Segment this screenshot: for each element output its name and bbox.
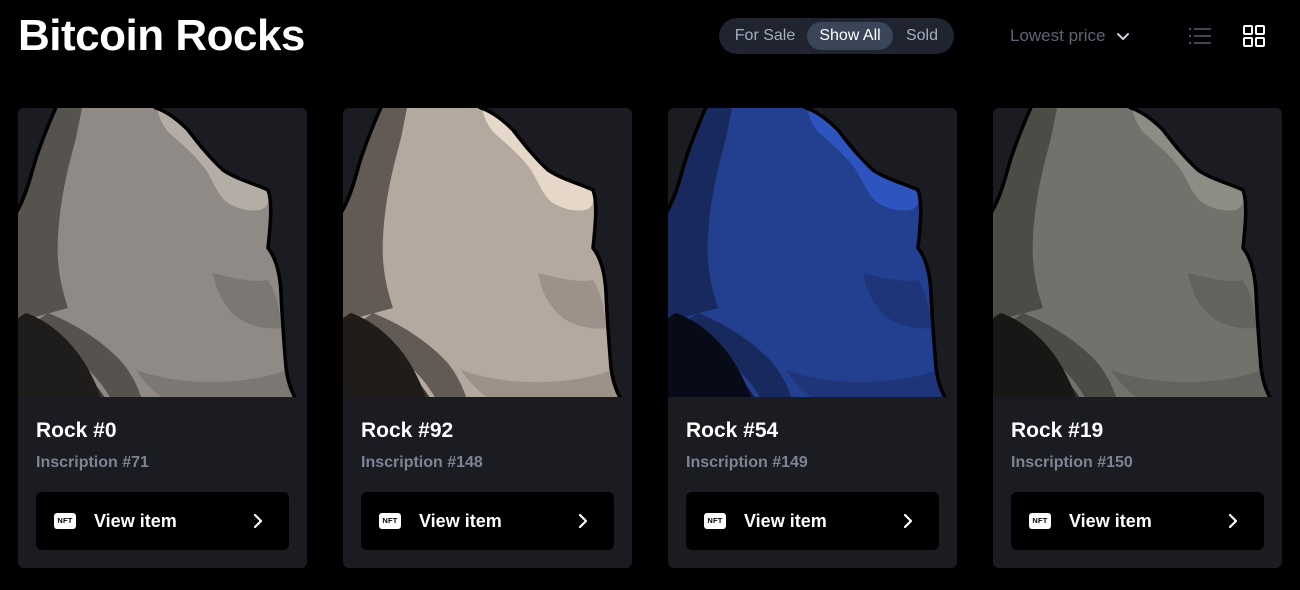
inscription-number: Inscription #149 [686,454,808,471]
page-title: Bitcoin Rocks [18,11,305,60]
rock-image [993,108,1282,397]
inscription-number: Inscription #71 [36,454,149,471]
chevron-right-icon [253,513,263,529]
nft-icon: NFT [379,513,401,529]
sort-dropdown[interactable]: Lowest price [1010,22,1131,50]
page-header: Bitcoin Rocks For Sale Show All Sold Low… [0,0,1300,80]
rock-name: Rock #0 [36,419,117,442]
chevron-right-icon [578,513,588,529]
sort-label: Lowest price [1010,26,1106,45]
rock-name: Rock #54 [686,419,779,442]
filter-show-all[interactable]: Show All [807,22,893,50]
rock-illustration [343,108,623,397]
grid-view-icon[interactable] [1242,24,1266,48]
rock-card[interactable]: Rock #92 Inscription #148 NFT View item [343,108,632,568]
rock-name: Rock #92 [361,419,454,442]
list-view-icon[interactable] [1188,24,1212,48]
view-item-label: View item [419,511,502,531]
nft-icon: NFT [1029,513,1051,529]
view-item-button[interactable]: NFT View item [1011,492,1264,550]
view-item-button[interactable]: NFT View item [36,492,289,550]
rock-illustration [993,108,1273,397]
nft-icon: NFT [54,513,76,529]
filter-sold[interactable]: Sold [897,22,947,50]
rock-image [343,108,632,397]
chevron-right-icon [1228,513,1238,529]
rock-illustration [668,108,948,397]
view-item-button[interactable]: NFT View item [686,492,939,550]
nft-icon: NFT [704,513,726,529]
rock-image [668,108,957,397]
view-item-label: View item [94,511,177,531]
sale-filter-group: For Sale Show All Sold [719,18,954,54]
inscription-number: Inscription #148 [361,454,483,471]
view-item-label: View item [744,511,827,531]
rock-card[interactable]: Rock #19 Inscription #150 NFT View item [993,108,1282,568]
filter-for-sale[interactable]: For Sale [727,22,803,50]
rock-image [18,108,307,397]
rock-card[interactable]: Rock #0 Inscription #71 NFT View item [18,108,307,568]
rock-name: Rock #19 [1011,419,1104,442]
chevron-right-icon [903,513,913,529]
rock-illustration [18,108,298,397]
view-item-button[interactable]: NFT View item [361,492,614,550]
rock-card[interactable]: Rock #54 Inscription #149 NFT View item [668,108,957,568]
chevron-down-icon [1117,33,1130,40]
inscription-number: Inscription #150 [1011,454,1133,471]
view-item-label: View item [1069,511,1152,531]
